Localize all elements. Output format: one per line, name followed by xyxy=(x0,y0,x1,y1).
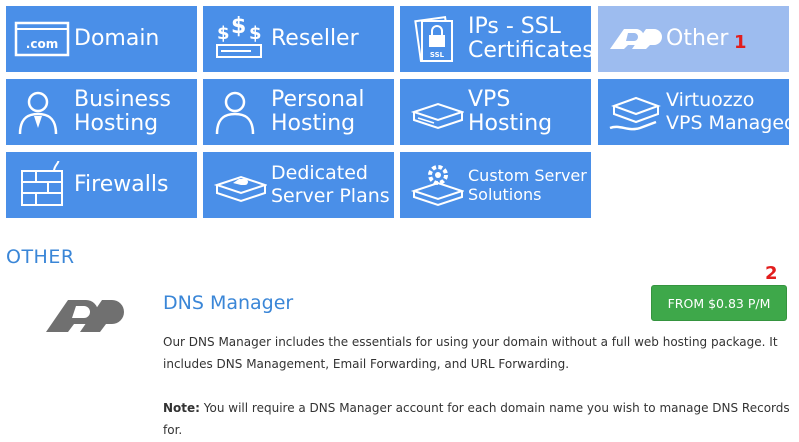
other-logo-icon xyxy=(610,29,662,49)
tile-label-line2: Solutions xyxy=(468,185,542,204)
tile-label-line1: Virtuozzo xyxy=(666,89,755,111)
tile-label: Business Hosting xyxy=(74,79,193,145)
tile-reseller[interactable]: $ $ $ Reseller xyxy=(203,6,394,72)
tile-label-line2: Certificates xyxy=(468,38,594,63)
tile-label: Custom Server Solutions xyxy=(468,152,587,218)
tile-vps-hosting[interactable]: VPS Hosting xyxy=(400,79,591,145)
svg-text:$: $ xyxy=(217,23,230,44)
svg-text:.com: .com xyxy=(26,37,58,51)
ssl-certificate-icon: SSL xyxy=(414,15,453,63)
tile-label-line1: Personal xyxy=(271,87,365,112)
tile-label-line2: Hosting xyxy=(74,111,159,136)
tile-label: Virtuozzo VPS Managed xyxy=(666,79,797,145)
category-grid: .com Domain $ $ $ Reseller SSL IPs - SSL… xyxy=(6,6,797,220)
tile-label-line2: Hosting xyxy=(468,111,553,136)
custom-server-gear-icon xyxy=(410,165,464,207)
tile-label-line1: Business xyxy=(74,87,172,112)
product-title[interactable]: DNS Manager xyxy=(163,292,293,314)
firewall-icon xyxy=(21,161,63,206)
tile-label-line2: VPS Managed xyxy=(666,112,797,134)
tile-label: IPs - SSL Certificates xyxy=(468,6,594,72)
dedicated-server-icon xyxy=(213,175,267,203)
product-note: Note: You will require a DNS Manager acc… xyxy=(163,397,791,441)
tile-domain[interactable]: .com Domain xyxy=(6,6,197,72)
tile-label-line2: Hosting xyxy=(271,111,356,136)
tile-personal-hosting[interactable]: Personal Hosting xyxy=(203,79,394,145)
tile-virtuozzo[interactable]: Virtuozzo VPS Managed xyxy=(598,79,797,145)
tile-label-line1: Custom Server xyxy=(468,166,587,185)
tile-custom-server[interactable]: Custom Server Solutions xyxy=(400,152,591,218)
price-order-button[interactable]: FROM $0.83 P/M xyxy=(651,285,787,321)
annotation-marker-2: 2 xyxy=(765,263,778,284)
annotation-marker-1: 1 xyxy=(734,32,747,53)
dns-manager-logo-icon xyxy=(46,300,124,332)
tile-label: Firewalls xyxy=(74,172,169,197)
managed-server-icon xyxy=(609,96,661,131)
personal-person-icon xyxy=(215,91,255,135)
section-title: OTHER xyxy=(6,246,75,268)
tile-label: Dedicated Server Plans xyxy=(271,152,390,218)
tile-label: Personal Hosting xyxy=(271,79,390,145)
tile-ips-ssl[interactable]: SSL IPs - SSL Certificates xyxy=(400,6,594,72)
tile-label: Domain xyxy=(74,26,160,51)
note-label: Note: xyxy=(163,401,200,415)
domain-com-icon: .com xyxy=(14,21,70,57)
note-text: You will require a DNS Manager account f… xyxy=(163,401,790,437)
tile-firewalls[interactable]: Firewalls xyxy=(6,152,197,218)
business-person-icon xyxy=(18,91,58,135)
svg-text:$: $ xyxy=(249,23,262,44)
tile-label-line2: Server Plans xyxy=(271,185,390,207)
reseller-server-icon: $ $ $ xyxy=(216,15,262,58)
tile-other[interactable]: Other xyxy=(598,6,789,72)
svg-text:$: $ xyxy=(231,15,246,39)
tile-label-line1: IPs - SSL xyxy=(468,14,561,39)
vps-server-icon xyxy=(410,102,464,130)
svg-text:SSL: SSL xyxy=(430,51,445,59)
tile-label: VPS Hosting xyxy=(468,79,587,145)
tile-label: Other xyxy=(666,26,729,51)
tile-label-line1: VPS xyxy=(468,87,511,112)
tile-label-line1: Dedicated xyxy=(271,162,368,184)
tile-business-hosting[interactable]: Business Hosting xyxy=(6,79,197,145)
tile-dedicated[interactable]: Dedicated Server Plans xyxy=(203,152,394,218)
tile-label: Reseller xyxy=(271,26,359,51)
product-description: Our DNS Manager includes the essentials … xyxy=(163,335,778,371)
